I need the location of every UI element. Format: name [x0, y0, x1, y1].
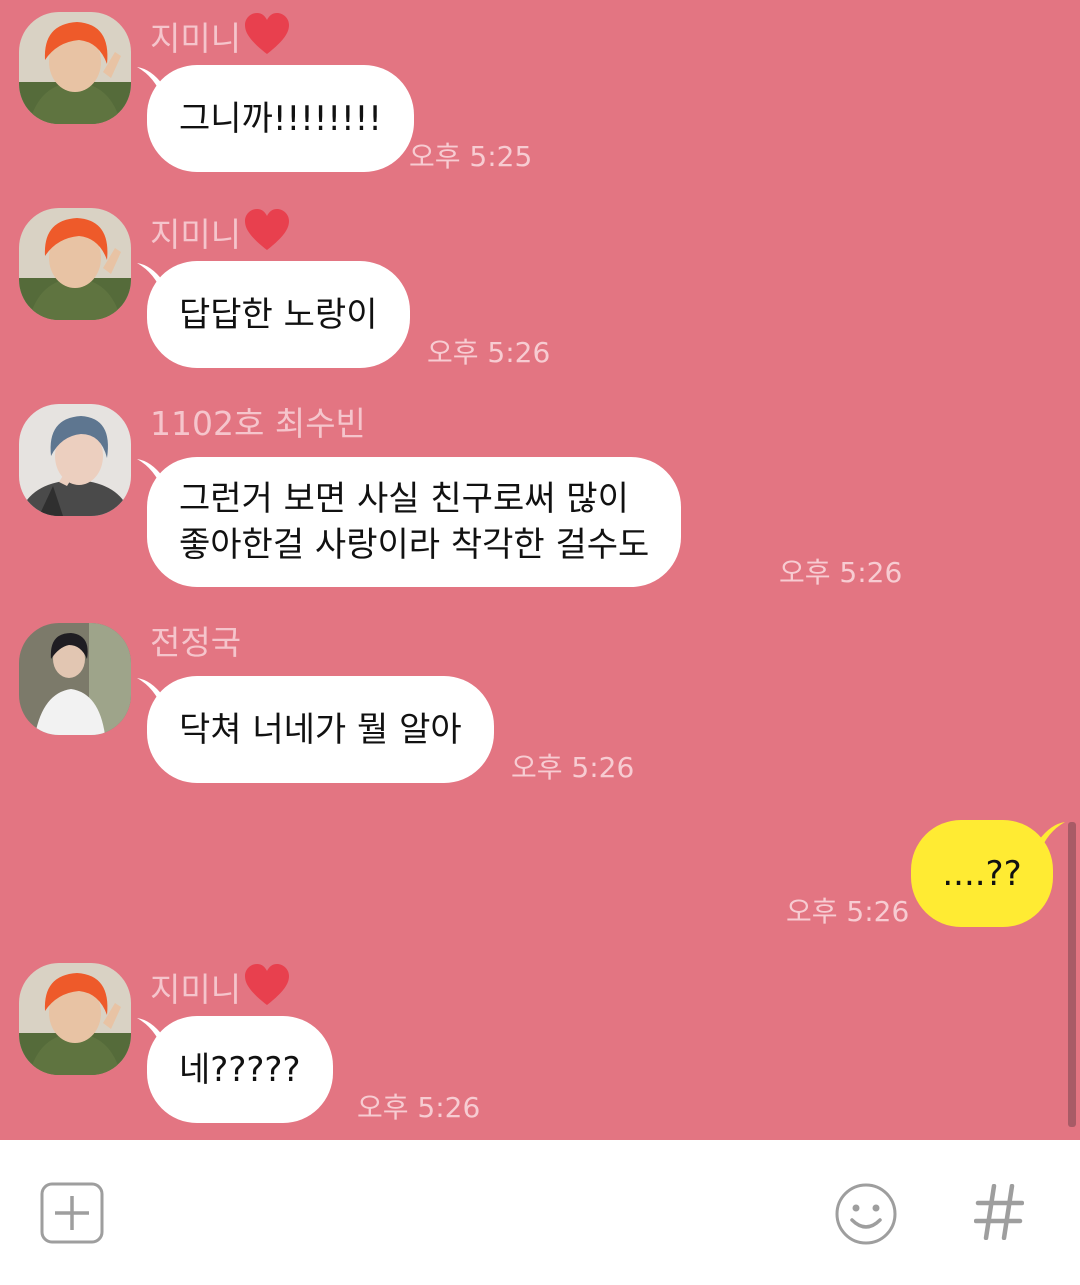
bubble-tail [137, 678, 163, 710]
avatar[interactable] [19, 963, 131, 1075]
message-time: 오후 5:26 [786, 895, 910, 928]
sender-name: 지미니 [150, 963, 291, 1010]
avatar[interactable] [19, 623, 131, 735]
sender-name: 지미니 [150, 208, 291, 255]
bubble-tail [137, 459, 163, 491]
message-time: 오후 5:26 [511, 751, 635, 784]
orange-hair-avatar-icon [19, 963, 131, 1075]
message-bubble-mine[interactable]: ....?? [911, 820, 1065, 927]
input-bar [0, 1140, 1080, 1285]
scrollbar[interactable] [1068, 822, 1076, 1127]
chat-area[interactable]: 지미니 그니까!!!!!!!! 오후 5:25 지미니 답답한 노랑이 오후 5… [0, 0, 1080, 1140]
message-text: 답답한 노랑이 [179, 294, 378, 335]
sender-name: 지미니 [150, 12, 291, 59]
avatar[interactable] [19, 208, 131, 320]
message-bubble[interactable]: 그니까!!!!!!!! [137, 65, 414, 172]
blue-hair-avatar-icon [19, 404, 131, 516]
heart-icon [245, 964, 290, 1005]
message-text: 그런거 보면 사실 친구로써 많이 좋아한걸 사랑이라 착각한 걸수도 [179, 479, 650, 565]
message-time: 오후 5:26 [427, 336, 551, 369]
message-time: 오후 5:25 [409, 140, 533, 173]
message-time: 오후 5:26 [779, 556, 903, 589]
message-text: ....?? [942, 853, 1022, 894]
message-bubble[interactable]: 닥쳐 너네가 뭘 알아 [137, 676, 494, 783]
heart-icon [245, 209, 290, 250]
orange-hair-avatar-icon [19, 12, 131, 124]
message-bubble[interactable]: 답답한 노랑이 [137, 261, 410, 368]
avatar[interactable] [19, 12, 131, 124]
sender-name: 1102호 최수빈 [150, 404, 366, 443]
avatar[interactable] [19, 404, 131, 516]
message-bubble[interactable]: 그런거 보면 사실 친구로써 많이 좋아한걸 사랑이라 착각한 걸수도 [137, 457, 682, 587]
message-text: 그니까!!!!!!!! [179, 98, 382, 139]
message-bubble[interactable]: 네????? [137, 1016, 333, 1123]
dark-hair-avatar-icon [19, 623, 131, 735]
add-icon[interactable] [40, 1182, 104, 1244]
bubble-tail [137, 263, 163, 295]
bubble-tail [137, 1018, 163, 1050]
emoji-icon[interactable] [834, 1182, 898, 1246]
hashtag-icon[interactable] [974, 1184, 1024, 1240]
message-text: 닥쳐 너네가 뭘 알아 [179, 709, 462, 750]
sender-name: 전정국 [150, 623, 242, 662]
bubble-tail [1039, 822, 1065, 854]
orange-hair-avatar-icon [19, 208, 131, 320]
message-text: 네????? [179, 1049, 301, 1090]
heart-icon [245, 13, 290, 54]
bubble-tail [137, 67, 163, 99]
message-time: 오후 5:26 [357, 1091, 481, 1124]
